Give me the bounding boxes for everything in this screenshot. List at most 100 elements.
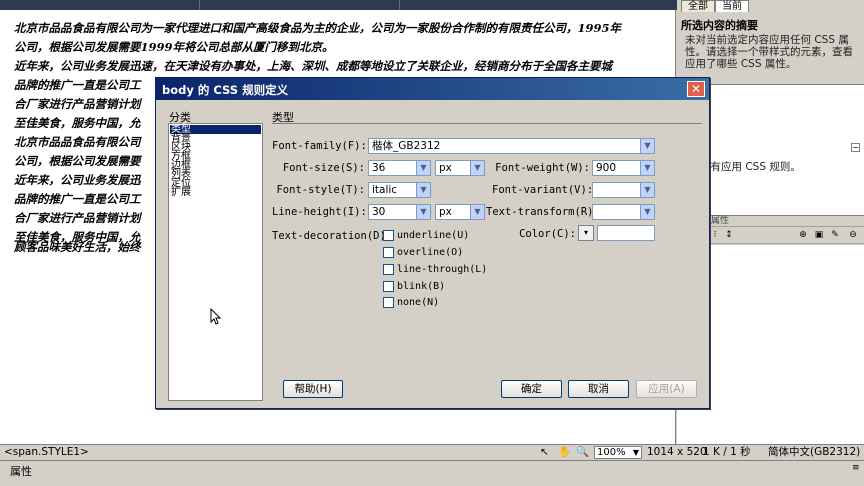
edit-rule-icon[interactable]: ✎: [829, 230, 841, 241]
font-style-value: italic: [372, 184, 398, 196]
line-through-checkbox[interactable]: [383, 264, 394, 275]
summary-title: 所选内容的摘要: [681, 19, 758, 32]
text-transform-label: Text-transform(R):: [486, 206, 600, 218]
editor-line: 公司，根据公司发展需要: [14, 154, 141, 168]
color-picker-button[interactable]: ▾: [578, 225, 594, 241]
properties-label: 属性: [10, 465, 32, 478]
line-height-unit: px: [439, 206, 452, 218]
encoding-readout: 简体中文(GB2312): [768, 446, 861, 458]
panel-tabs: 全部 当前: [677, 0, 864, 12]
editor-line: 合厂家进行产品营销计划: [14, 97, 141, 111]
sort-icon[interactable]: ↕: [723, 230, 735, 241]
editor-line: 合厂家进行产品营销计划: [14, 211, 141, 225]
chevron-down-icon[interactable]: ▼: [640, 139, 654, 153]
font-weight-label: Font-weight(W):: [495, 162, 590, 174]
chevron-down-icon[interactable]: ▼: [470, 161, 484, 175]
line-height-select[interactable]: 30 ▼: [368, 204, 431, 220]
properties-bar: 属性 ≡: [0, 460, 864, 486]
overline-label: overline(O): [397, 247, 464, 258]
dialog-titlebar[interactable]: body 的 CSS 规则定义 ✕: [156, 78, 709, 100]
chevron-down-icon[interactable]: ▼: [416, 161, 430, 175]
color-input[interactable]: [597, 225, 655, 241]
window-size[interactable]: 1014 x 520: [647, 445, 707, 460]
line-through-label: line-through(L): [397, 264, 488, 275]
underline-label: underline(U): [397, 230, 470, 241]
tag-selector[interactable]: <span.STYLE1>: [4, 445, 89, 460]
font-weight-value: 900: [596, 162, 617, 174]
color-label: Color(C):: [519, 228, 576, 240]
panel-options-icon[interactable]: ≡: [852, 463, 860, 473]
font-family-label: Font-family(F):: [272, 140, 367, 152]
mouse-cursor-icon: [210, 308, 222, 325]
select-tool-icon[interactable]: ↖: [540, 445, 549, 460]
editor-line: 北京市品品食品有限公司为一家代理进口和国产高级食品为主的企业，公司为一家股份合作…: [14, 21, 622, 35]
editor-line: 近年来，公司业务发展迅: [14, 173, 141, 187]
new-rule-icon[interactable]: ▣: [813, 230, 825, 241]
summary-text: 未对当前选定内容应用任何 CSS 属性。请选择一个带样式的元素，查看应用了哪些 …: [685, 34, 853, 70]
editor-line: 品牌的推广一直是公司工: [14, 78, 141, 92]
attach-style-icon[interactable]: ⊕: [797, 230, 809, 241]
text-transform-select[interactable]: ▼: [592, 204, 655, 220]
font-style-select[interactable]: italic ▼: [368, 182, 431, 198]
editor-line: 公司，根据公司发展需要1999年将公司总部从厦门移到北京。: [14, 40, 334, 54]
ok-button[interactable]: 确定: [501, 380, 562, 398]
font-size-unit-select[interactable]: px ▼: [435, 160, 485, 176]
chevron-down-icon[interactable]: ▼: [640, 183, 654, 197]
document-tab[interactable]: [200, 0, 400, 10]
section-divider: [272, 123, 702, 124]
collapse-icon[interactable]: −: [851, 143, 860, 152]
editor-line: 北京市品品食品有限公司: [14, 135, 141, 149]
dialog-title: body 的 CSS 规则定义: [162, 83, 289, 97]
none-checkbox[interactable]: [383, 297, 394, 308]
font-family-value: 楷体_GB2312: [372, 140, 441, 152]
close-button[interactable]: ✕: [687, 81, 705, 97]
editor-line: 顾客品味美好生活，始终: [14, 240, 141, 254]
delete-rule-icon[interactable]: ⊖: [847, 230, 859, 241]
font-size-label: Font-size(S):: [282, 162, 365, 174]
status-bar: <span.STYLE1> ↖ ✋ 🔍 100% ▼ 1014 x 520 1 …: [0, 444, 864, 460]
editor-line: 至佳美食，服务中国，允: [14, 116, 141, 130]
hand-tool-icon[interactable]: ✋: [558, 445, 571, 460]
close-icon: ✕: [690, 82, 702, 96]
editor-line: 近年来，公司业务发展迅速，在天津设有办事处，上海、深圳、成都等地设立了关联企业，…: [14, 59, 612, 73]
editor-line: 品牌的推广一直是公司工: [14, 192, 141, 206]
font-variant-select[interactable]: ▼: [592, 182, 655, 198]
chevron-down-icon: ▼: [632, 448, 639, 457]
blink-checkbox[interactable]: [383, 281, 394, 292]
font-weight-select[interactable]: 900 ▼: [592, 160, 655, 176]
line-height-label: Line-height(I):: [272, 206, 367, 218]
tab-all[interactable]: 全部: [681, 0, 715, 12]
overline-checkbox[interactable]: [383, 247, 394, 258]
help-button[interactable]: 帮助(H): [283, 380, 343, 398]
font-family-select[interactable]: 楷体_GB2312 ▼: [368, 138, 655, 154]
chevron-down-icon[interactable]: ▼: [470, 205, 484, 219]
apply-button[interactable]: 应用(A): [636, 380, 697, 398]
font-style-label: Font-style(T):: [276, 184, 365, 196]
font-size-value: 36: [372, 162, 386, 174]
line-height-value: 30: [372, 206, 386, 218]
category-view-icon[interactable]: ⁝: [709, 230, 721, 241]
category-list[interactable]: 类型 背景 区块 方框 边框 列表 定位 扩展: [168, 123, 263, 401]
category-item-extensions[interactable]: 扩展: [170, 188, 261, 198]
chevron-down-icon[interactable]: ▼: [416, 183, 430, 197]
size-readout: 1 K / 1 秒: [703, 446, 751, 458]
font-variant-label: Font-variant(V):: [492, 184, 594, 196]
chevron-down-icon[interactable]: ▼: [640, 161, 654, 175]
zoom-value: 100%: [597, 447, 626, 458]
cancel-button[interactable]: 取消: [568, 380, 629, 398]
document-tab[interactable]: [0, 0, 200, 10]
zoom-select[interactable]: 100% ▼: [594, 446, 642, 459]
underline-checkbox[interactable]: [383, 230, 394, 241]
font-size-select[interactable]: 36 ▼: [368, 160, 431, 176]
font-size-unit: px: [439, 162, 452, 174]
zoom-tool-icon[interactable]: 🔍: [576, 445, 589, 460]
text-decoration-label: Text-decoration(D):: [272, 230, 393, 242]
css-rule-definition-dialog: body 的 CSS 规则定义 ✕ 分类 类型 背景 区块 方框 边框 列表 定…: [155, 77, 710, 409]
blink-label: blink(B): [397, 281, 446, 292]
chevron-down-icon: ▾: [583, 228, 588, 237]
line-height-unit-select[interactable]: px ▼: [435, 204, 485, 220]
none-label: none(N): [397, 297, 440, 308]
chevron-down-icon[interactable]: ▼: [416, 205, 430, 219]
tab-current[interactable]: 当前: [715, 0, 749, 12]
chevron-down-icon[interactable]: ▼: [640, 205, 654, 219]
